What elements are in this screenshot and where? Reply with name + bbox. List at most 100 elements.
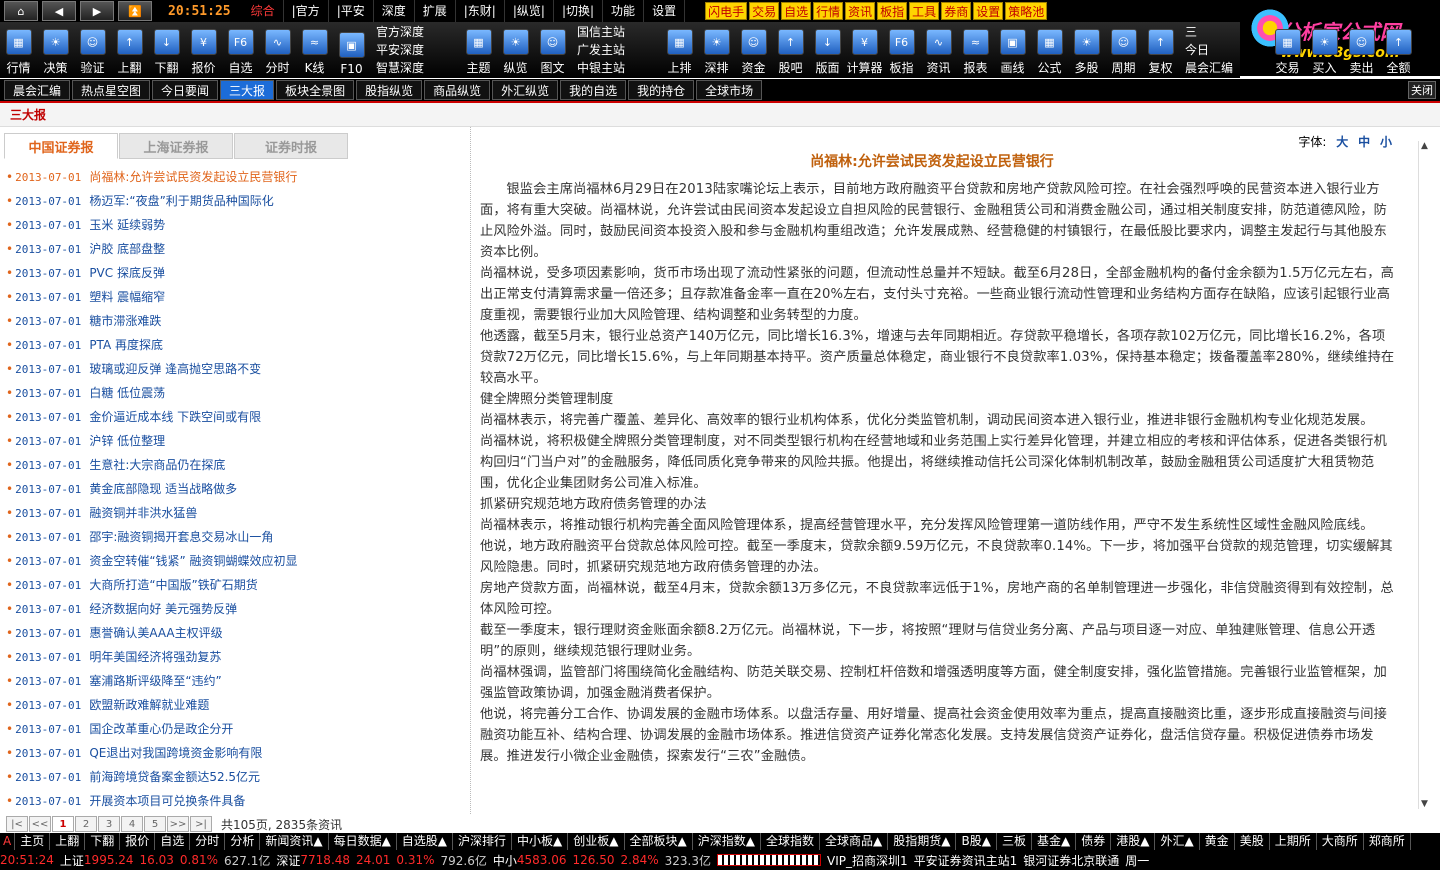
tab-10[interactable]: 全球市场	[696, 80, 763, 100]
tool-button-8[interactable]: ≈ K线	[296, 22, 333, 78]
yellow-tool-6[interactable]: 工具	[909, 2, 940, 20]
news-title[interactable]: PVC 探底反弹	[89, 266, 165, 280]
news-title[interactable]: QE退出对我国跨境资金影响有限	[89, 746, 262, 760]
source-tab-1[interactable]: 上海证券报	[119, 133, 233, 159]
home-button[interactable]: ⌂	[4, 1, 38, 21]
bottom-nav-21[interactable]: 债券	[1076, 833, 1112, 850]
bottom-nav-1[interactable]: 上翻	[50, 833, 86, 850]
news-title[interactable]: 欧盟新政难解就业难题	[89, 698, 209, 712]
yellow-tool-5[interactable]: 板指	[877, 2, 908, 20]
news-title[interactable]: 大商所打造“中国版”铁矿石期货	[89, 578, 257, 592]
news-title[interactable]: 塑料 震幅缩窄	[89, 290, 165, 304]
menu-item-5[interactable]: |东财|	[456, 0, 505, 22]
menu-item-7[interactable]: |切换|	[554, 0, 604, 22]
menu-item-9[interactable]: 设置	[644, 0, 686, 22]
scrollbar[interactable]: ▲ ▼	[1418, 141, 1432, 809]
tool-button-5[interactable]: ¥ 报价	[185, 22, 222, 78]
news-title[interactable]: 融资铜并非洪水猛兽	[89, 506, 197, 520]
news-title[interactable]: 沪胶 底部盘整	[89, 242, 165, 256]
news-title[interactable]: 生意社:大宗商品仍在探底	[89, 458, 225, 472]
list-item[interactable]: • 2013-07-01 惠誉确认美AAA主权评级	[6, 621, 466, 645]
bottom-nav-16[interactable]: 全球商品▲	[820, 833, 889, 850]
bottom-nav-0[interactable]: 主页	[15, 833, 51, 850]
list-item[interactable]: • 2013-07-01 PVC 探底反弹	[6, 261, 466, 285]
list-item[interactable]: • 2013-07-01 PTA 再度探底	[6, 333, 466, 357]
news-title[interactable]: 资金空转催“钱紧” 融资铜蝴蝶效应初显	[89, 554, 297, 568]
tool-button-3[interactable]: ↑ 上翻	[111, 22, 148, 78]
news-title[interactable]: 玉米 延续弱势	[89, 218, 165, 232]
scroll-up-icon[interactable]: ▲	[1421, 141, 1428, 151]
list-item[interactable]: • 2013-07-01 尚福林:允许尝试民资发起设立民营银行	[6, 165, 466, 189]
close-button[interactable]: 关闭	[1408, 81, 1436, 99]
menu-item-6[interactable]: |纵览|	[505, 0, 554, 22]
menu-item-2[interactable]: |平安	[329, 0, 374, 22]
bottom-nav-14[interactable]: 沪深指数▲	[693, 833, 761, 850]
news-title[interactable]: PTA 再度探底	[89, 338, 163, 352]
news-title[interactable]: 杨迈军:“夜盘”利于期货品种国际化	[89, 194, 273, 208]
station-link-1[interactable]: 广发主站	[577, 41, 661, 59]
tab-5[interactable]: 股指纵览	[356, 80, 423, 100]
tool-button-2[interactable]: ☺ 验证	[74, 22, 111, 78]
menu-item-4[interactable]: 扩展	[415, 0, 456, 22]
right-tool-button-6[interactable]: F6 板指	[883, 22, 920, 78]
tool-button-4[interactable]: ↓ 下翻	[148, 22, 185, 78]
list-item[interactable]: • 2013-07-01 玉米 延续弱势	[6, 213, 466, 237]
tab-4[interactable]: 板块全景图	[276, 80, 355, 100]
right-tool-button-2[interactable]: ☺ 资金	[735, 22, 772, 78]
menu-item-3[interactable]: 深度	[374, 0, 415, 22]
menu-item-0[interactable]: 综合	[243, 0, 284, 22]
right-tool-button-0[interactable]: ▦ 上排	[661, 22, 698, 78]
bottom-nav-3[interactable]: 报价	[120, 833, 156, 850]
scroll-down-icon[interactable]: ▼	[1421, 799, 1428, 809]
report-link-0[interactable]: 三	[1185, 23, 1269, 41]
bottom-nav-4[interactable]: 自选	[155, 833, 191, 850]
bottom-nav-24[interactable]: 黄金	[1200, 833, 1235, 850]
news-title[interactable]: 开展资本项目可兑换条件具备	[89, 794, 245, 808]
tool-button-1[interactable]: ☀ 决策	[37, 22, 74, 78]
bottom-nav-25[interactable]: 美股	[1235, 833, 1270, 850]
tab-0[interactable]: 晨会汇编	[4, 80, 71, 100]
right-tool-button-4[interactable]: ↓ 版面	[809, 22, 846, 78]
report-link-2[interactable]: 晨会汇编	[1185, 59, 1269, 77]
bottom-nav-23[interactable]: 外汇▲	[1155, 833, 1200, 850]
zx-value[interactable]: 4583.06	[517, 853, 567, 867]
bottom-nav-6[interactable]: 分析	[225, 833, 261, 850]
news-title[interactable]: 玻璃或迎反弹 逢高抛空思路不变	[89, 362, 261, 376]
news-title[interactable]: 尚福林:允许尝试民资发起设立民营银行	[89, 170, 297, 184]
list-item[interactable]: • 2013-07-01 明年美国经济将强劲复苏	[6, 645, 466, 669]
list-item[interactable]: • 2013-07-01 前海跨境贷备案金额达52.5亿元	[6, 765, 466, 789]
bottom-nav-5[interactable]: 分时	[190, 833, 226, 850]
yellow-tool-7[interactable]: 券商	[941, 2, 972, 20]
menu-item-1[interactable]: |官方	[284, 0, 329, 22]
list-item[interactable]: • 2013-07-01 开展资本项目可兑换条件具备	[6, 789, 466, 813]
bottom-nav-15[interactable]: 全球指数	[761, 833, 820, 850]
station-link-0[interactable]: 国信主站	[577, 23, 661, 41]
mid-tool-button-1[interactable]: ☀ 纵览	[497, 22, 534, 78]
list-item[interactable]: • 2013-07-01 经济数据向好 美元强势反弹	[6, 597, 466, 621]
tab-8[interactable]: 我的自选	[560, 80, 627, 100]
right-tool-button-9[interactable]: ▣ 画线	[994, 22, 1031, 78]
mid-tool-button-0[interactable]: ▦ 主题	[460, 22, 497, 78]
sh-value[interactable]: 1995.24	[84, 853, 134, 867]
bottom-nav-28[interactable]: 郑商所	[1364, 833, 1411, 850]
news-title[interactable]: 惠誉确认美AAA主权评级	[89, 626, 222, 640]
bottom-nav-19[interactable]: 三板	[997, 833, 1032, 850]
bottom-nav-7[interactable]: 新闻资讯▲	[260, 833, 329, 850]
depth-link-2[interactable]: 智慧深度	[376, 59, 460, 77]
bottom-nav-20[interactable]: 基金▲	[1032, 833, 1077, 850]
news-title[interactable]: 糖市滞涨难跌	[89, 314, 161, 328]
list-item[interactable]: • 2013-07-01 杨迈军:“夜盘”利于期货品种国际化	[6, 189, 466, 213]
sz-value[interactable]: 7718.48	[300, 853, 350, 867]
yellow-tool-0[interactable]: 闪电手	[705, 2, 748, 20]
tab-3[interactable]: 三大报	[220, 80, 275, 100]
info-server[interactable]: 平安证券资讯主站1	[914, 852, 1018, 869]
depth-link-0[interactable]: 官方深度	[376, 23, 460, 41]
yellow-tool-8[interactable]: 设置	[973, 2, 1004, 20]
news-title[interactable]: 塞浦路斯评级降至“违约”	[89, 674, 221, 688]
pager-button-0[interactable]: |<	[6, 816, 28, 832]
right-tool-button-1[interactable]: ☀ 深排	[698, 22, 735, 78]
tool-button-9[interactable]: ▣ F10	[333, 22, 370, 78]
list-item[interactable]: • 2013-07-01 金价逼近成本线 下跌空间或有限	[6, 405, 466, 429]
list-item[interactable]: • 2013-07-01 塑料 震幅缩窄	[6, 285, 466, 309]
list-item[interactable]: • 2013-07-01 大商所打造“中国版”铁矿石期货	[6, 573, 466, 597]
